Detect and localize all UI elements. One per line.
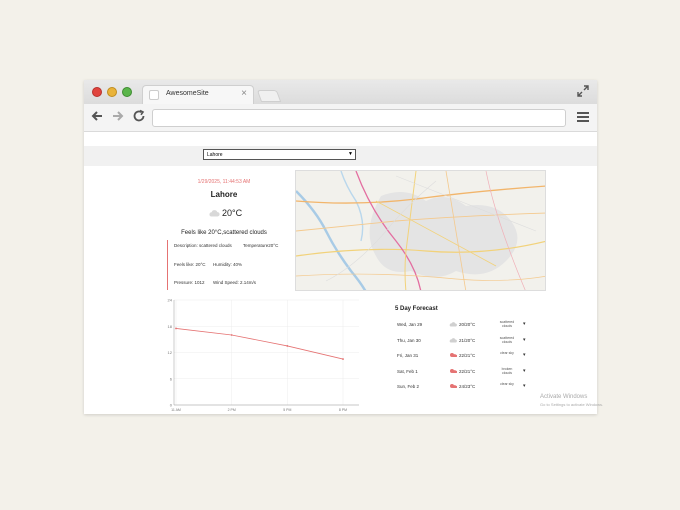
tab-close-icon[interactable]: × xyxy=(241,88,247,99)
y-tick-label: 0 xyxy=(170,403,173,408)
chevron-down-icon: ▼ xyxy=(348,151,353,157)
tab-bar: AwesomeSite × xyxy=(84,80,597,104)
chevron-down-icon[interactable]: ▾ xyxy=(523,383,526,389)
forecast-temp: 20/20°C xyxy=(459,322,476,327)
tab-title: AwesomeSite xyxy=(166,90,209,97)
forecast-desc: scattered clouds xyxy=(499,320,515,328)
browser-toolbar xyxy=(84,104,597,132)
y-tick-label: 6 xyxy=(170,376,173,381)
forecast-row[interactable]: Sat, Feb 1 22/21°C broken clouds ▾ xyxy=(397,366,537,379)
detail-wind-speed: Wind Speed: 2.14m/s xyxy=(213,280,257,285)
watermark-subtitle: Go to Settings to activate Windows. xyxy=(540,402,604,407)
forward-arrow-icon[interactable] xyxy=(110,109,126,125)
forecast-title: 5 Day Forecast xyxy=(395,306,438,312)
activate-windows-watermark: Activate Windows Go to Settings to activ… xyxy=(540,393,603,409)
x-tick-label: 8 PM xyxy=(339,408,347,412)
forecast-temp: 22/21°C xyxy=(459,368,476,374)
address-bar[interactable] xyxy=(152,109,566,127)
data-point xyxy=(175,327,177,330)
x-tick-label: 5 PM xyxy=(283,408,291,412)
forecast-temp: 22/21°C xyxy=(459,353,476,359)
x-tick-label: 2 PM xyxy=(228,408,236,412)
reload-icon[interactable] xyxy=(131,109,147,125)
city-name: Lahore xyxy=(210,190,238,199)
forecast-desc: broken clouds xyxy=(501,366,513,375)
chevron-down-icon[interactable]: ▾ xyxy=(523,352,526,358)
sun-icon xyxy=(450,384,457,389)
forecast-day: Fri, Jan 31 xyxy=(397,353,419,359)
forecast-temp: 24/23°C xyxy=(459,384,476,390)
hamburger-menu-icon[interactable] xyxy=(577,112,589,122)
chevron-down-icon[interactable]: ▾ xyxy=(523,321,526,327)
chevron-down-icon[interactable]: ▾ xyxy=(523,337,526,343)
detail-humidity: Humidity: 40% xyxy=(213,262,243,267)
new-tab-button[interactable] xyxy=(256,90,282,102)
y-tick-label: 18 xyxy=(168,324,173,329)
cloud-icon xyxy=(449,337,457,343)
forecast-day: Sat, Feb 1 xyxy=(397,368,418,374)
data-point xyxy=(230,334,233,336)
favicon-icon xyxy=(149,90,159,100)
forecast-row[interactable]: Sun, Feb 2 24/23°C clear sky ▾ xyxy=(397,381,537,394)
series-line xyxy=(175,328,344,360)
forecast-desc: clear sky xyxy=(500,382,514,387)
watermark-title: Activate Windows xyxy=(540,394,588,400)
forecast-day: Wed, Jan 29 xyxy=(397,322,423,327)
forecast-row[interactable]: Wed, Jan 29 20/20°C scattered clouds ▾ xyxy=(397,319,537,332)
data-point xyxy=(286,345,289,347)
page-viewport: Lahore ▼ 1/29/2025, 11:44:53 AM Lahore 2… xyxy=(84,132,597,414)
temperature-line-chart: 0 6 12 18 24 11 AM 2 PM 5 PM 8 PM xyxy=(168,298,359,412)
data-point xyxy=(342,358,344,360)
tab-awesomesite[interactable]: AwesomeSite × xyxy=(142,85,254,104)
minimize-window-button[interactable] xyxy=(107,87,117,97)
maximize-window-button[interactable] xyxy=(122,87,132,97)
forecast-row[interactable]: Fri, Jan 31 22/21°C clear sky ▾ xyxy=(397,350,537,363)
detail-description: Description: scattered clouds xyxy=(174,243,232,248)
cloud-icon xyxy=(209,210,220,217)
back-arrow-icon[interactable] xyxy=(89,109,105,125)
city-select[interactable]: Lahore ▼ xyxy=(203,149,356,160)
city-map[interactable] xyxy=(295,170,546,291)
fullscreen-icon[interactable] xyxy=(577,85,589,97)
forecast-day: Thu, Jan 30 xyxy=(397,337,421,343)
browser-window: AwesomeSite × Lahore ▼ 1/29/2025, 11:44:… xyxy=(84,80,597,414)
sun-icon xyxy=(450,368,457,373)
forecast-row[interactable]: Thu, Jan 30 21/20°C scattered clouds ▾ xyxy=(397,335,537,348)
sun-icon xyxy=(450,353,457,358)
weather-details: Description: scattered clouds Temperatur… xyxy=(167,240,295,290)
forecast-day: Sun, Feb 2 xyxy=(397,384,420,390)
city-select-value: Lahore xyxy=(207,152,223,158)
forecast-desc: clear sky xyxy=(500,351,514,356)
forecast-desc: scattered clouds xyxy=(499,335,515,344)
current-temperature: 20°C xyxy=(222,208,243,218)
current-datetime: 1/29/2025, 11:44:53 AM xyxy=(197,179,251,185)
detail-pressure: Pressure: 1012 xyxy=(174,280,205,285)
detail-temperature: Temperature20°C xyxy=(243,243,279,248)
y-tick-label: 24 xyxy=(168,298,173,303)
map-image xyxy=(296,171,545,290)
feels-like-summary: Feels like 20°C,scattered clouds xyxy=(181,230,267,236)
detail-feels-like: Feels like: 20°C xyxy=(174,262,206,267)
cloud-icon xyxy=(449,322,457,327)
close-window-button[interactable] xyxy=(92,87,102,97)
x-tick-label: 11 AM xyxy=(171,408,181,412)
chevron-down-icon[interactable]: ▾ xyxy=(523,368,526,374)
forecast-temp: 21/20°C xyxy=(459,337,476,343)
y-tick-label: 12 xyxy=(168,350,173,355)
